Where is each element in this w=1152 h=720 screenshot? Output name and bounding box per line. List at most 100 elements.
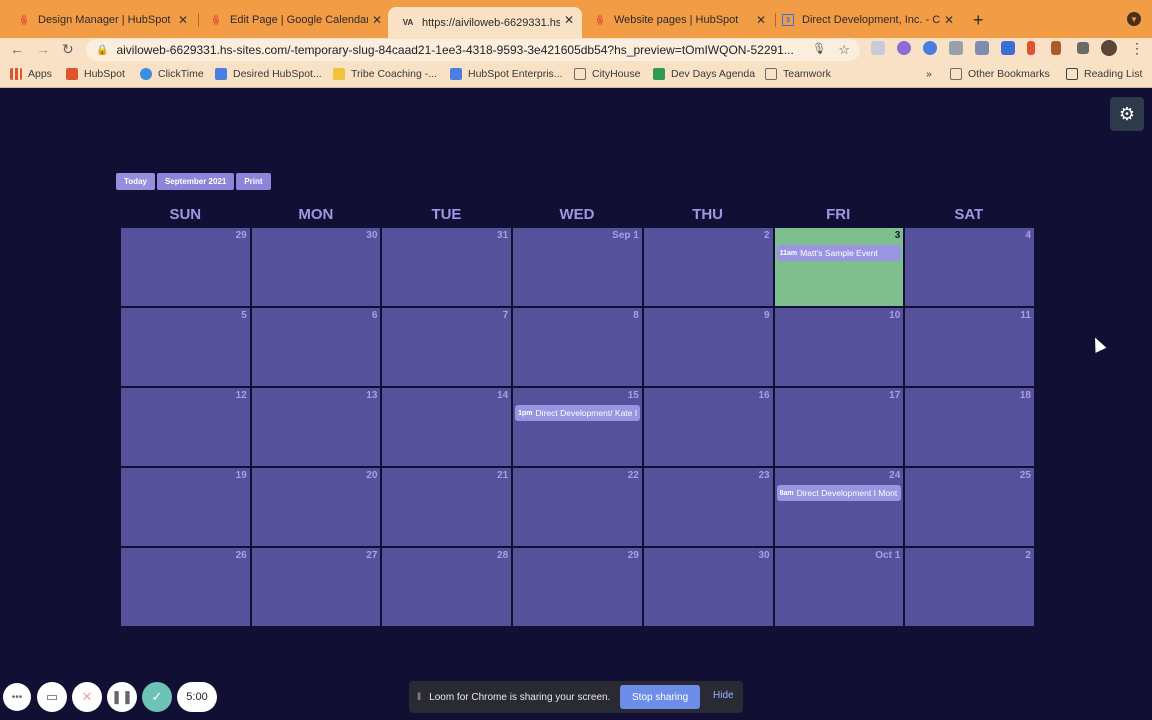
calendar-day-cell[interactable]: 29 bbox=[513, 548, 642, 626]
calendar-day-cell[interactable]: 17 bbox=[774, 388, 904, 466]
close-icon[interactable]: ✕ bbox=[756, 13, 766, 27]
calendar-day-cell[interactable]: 13 bbox=[251, 388, 381, 466]
weekday-label: SAT bbox=[954, 206, 984, 223]
loom-more-button[interactable]: ••• bbox=[3, 683, 31, 711]
address-bar[interactable]: 🔒 aiviloweb-6629331.hs-sites.com/-tempor… bbox=[86, 39, 860, 61]
day-number: 22 bbox=[627, 470, 639, 481]
hide-button[interactable]: Hide bbox=[713, 690, 734, 701]
bookmark-tribe-coaching[interactable]: Tribe Coaching -... bbox=[333, 68, 437, 80]
calendar-day-cell[interactable]: 3 11am Matt's Sample Event bbox=[774, 228, 904, 306]
close-icon[interactable]: ✕ bbox=[564, 13, 574, 27]
extension-icon[interactable] bbox=[897, 41, 911, 55]
calendar-day-cell[interactable]: 28 bbox=[382, 548, 512, 626]
bookmark-hubspot-enterprise[interactable]: HubSpot Enterpris... bbox=[450, 68, 563, 80]
tab-website-pages[interactable]: ꆜ Website pages | HubSpot ✕ bbox=[580, 7, 774, 33]
calendar-day-cell[interactable]: 25 bbox=[905, 468, 1034, 546]
calendar-day-cell[interactable]: 23 bbox=[643, 468, 773, 546]
day-number: 26 bbox=[235, 550, 247, 561]
calendar-day-cell[interactable]: 11 bbox=[905, 308, 1034, 386]
tab-preview-page[interactable]: VA https://aiviloweb-6629331.hs-s ✕ bbox=[388, 7, 582, 38]
new-tab-button[interactable]: + bbox=[973, 10, 984, 31]
reload-icon[interactable]: ↻ bbox=[62, 41, 74, 58]
forward-icon[interactable]: → bbox=[36, 41, 50, 57]
bookmarks-overflow-icon[interactable]: » bbox=[926, 68, 932, 80]
calendar-day-cell[interactable]: 20 bbox=[251, 468, 381, 546]
day-number: 31 bbox=[497, 230, 509, 241]
back-icon[interactable]: ← bbox=[10, 41, 24, 57]
bookmark-desired-hubspot[interactable]: Desired HubSpot... bbox=[215, 68, 322, 80]
hubspot-sprocket-button[interactable]: ⚙ bbox=[1110, 97, 1144, 131]
drag-handle-icon[interactable]: ‖ bbox=[417, 692, 421, 703]
calendar-event[interactable]: 11am Matt's Sample Event bbox=[776, 245, 902, 261]
menu-icon[interactable]: ⋮ bbox=[1130, 40, 1144, 57]
calendar-day-cell[interactable]: 19 bbox=[121, 468, 250, 546]
loom-cancel-button[interactable]: ✕ bbox=[72, 682, 102, 712]
day-number: 19 bbox=[235, 470, 247, 481]
avatar[interactable] bbox=[1101, 40, 1117, 56]
calendar-day-cell[interactable]: 15 1pm Direct Development/ Kate I bbox=[513, 388, 642, 466]
calendar-day-cell[interactable]: 24 8am Direct Development I Mont bbox=[774, 468, 904, 546]
close-icon[interactable]: ✕ bbox=[944, 13, 954, 27]
extension-icon[interactable] bbox=[1051, 41, 1061, 55]
bookmark-dev-days-agenda[interactable]: Dev Days Agenda bbox=[653, 68, 755, 80]
calendar-day-cell[interactable]: 12 bbox=[121, 388, 250, 466]
calendar-day-cell[interactable]: 2 bbox=[643, 228, 773, 306]
calendar-day-cell[interactable]: 8 bbox=[513, 308, 642, 386]
month-selector[interactable]: September 2021 bbox=[156, 173, 235, 190]
calendar-day-cell[interactable]: 21 bbox=[382, 468, 512, 546]
calendar-day-cell[interactable]: 10 bbox=[774, 308, 904, 386]
extension-icon[interactable] bbox=[1001, 41, 1015, 55]
calendar-day-cell[interactable]: Sep 1 bbox=[513, 228, 642, 306]
bookmark-cityhouse[interactable]: CityHouse bbox=[574, 68, 640, 80]
microphone-icon[interactable]: 🎙 bbox=[812, 42, 826, 55]
print-button[interactable]: Print bbox=[236, 173, 271, 190]
extension-icon[interactable] bbox=[923, 41, 937, 55]
calendar-day-cell[interactable]: 6 bbox=[251, 308, 381, 386]
calendar-day-cell[interactable]: 31 bbox=[382, 228, 512, 306]
calendar-day-cell[interactable]: 5 bbox=[121, 308, 250, 386]
tab-direct-development-calendar[interactable]: 3 Direct Development, Inc. - Cal ✕ bbox=[768, 7, 962, 33]
calendar-day-cell[interactable]: 2 bbox=[905, 548, 1034, 626]
extension-icon[interactable] bbox=[975, 41, 989, 55]
calendar-day-cell[interactable]: Oct 1 bbox=[774, 548, 904, 626]
tab-edit-page[interactable]: ꆜ Edit Page | Google Calendar | A ✕ bbox=[196, 7, 390, 33]
calendar-event[interactable]: 1pm Direct Development/ Kate I bbox=[515, 405, 640, 421]
calendar-day-cell[interactable]: 14 bbox=[382, 388, 512, 466]
loom-camera-button[interactable]: ▭ bbox=[37, 682, 67, 712]
calendar-day-cell[interactable]: 27 bbox=[251, 548, 381, 626]
bookmark-clicktime[interactable]: ClickTime bbox=[140, 68, 204, 80]
tab-title: Direct Development, Inc. - Cal bbox=[802, 14, 940, 26]
apps-grid-icon bbox=[10, 68, 22, 80]
bookmark-teamwork[interactable]: Teamwork bbox=[765, 68, 831, 80]
close-icon[interactable]: ✕ bbox=[372, 13, 382, 27]
bookmark-apps[interactable]: Apps bbox=[10, 68, 52, 80]
loom-pause-button[interactable]: ❚❚ bbox=[107, 682, 137, 712]
bookmark-hubspot[interactable]: HubSpot bbox=[66, 68, 125, 80]
calendar-day-cell[interactable]: 7 bbox=[382, 308, 512, 386]
calendar-day-cell[interactable]: 4 bbox=[905, 228, 1034, 306]
weekday-label: SUN bbox=[169, 206, 202, 223]
calendar-day-cell[interactable]: 29 bbox=[121, 228, 250, 306]
loom-finish-button[interactable]: ✓ bbox=[142, 682, 172, 712]
today-button[interactable]: Today bbox=[116, 173, 155, 190]
calendar-day-cell[interactable]: 26 bbox=[121, 548, 250, 626]
close-icon[interactable]: ✕ bbox=[178, 13, 188, 27]
reading-list[interactable]: Reading List bbox=[1066, 68, 1142, 80]
calendar-day-cell[interactable]: 9 bbox=[643, 308, 773, 386]
calendar-day-cell[interactable]: 18 bbox=[905, 388, 1034, 466]
lock-icon[interactable]: 🔒 bbox=[96, 45, 108, 56]
extension-icon[interactable] bbox=[871, 41, 885, 55]
hubspot-extension-icon[interactable] bbox=[1027, 41, 1035, 55]
calendar-event[interactable]: 8am Direct Development I Mont bbox=[776, 485, 902, 501]
stop-sharing-button[interactable]: Stop sharing bbox=[620, 685, 701, 709]
camera-icon[interactable] bbox=[949, 41, 963, 55]
other-bookmarks[interactable]: Other Bookmarks bbox=[950, 68, 1050, 80]
tab-search-icon[interactable]: ▼ bbox=[1127, 12, 1141, 26]
calendar-day-cell[interactable]: 30 bbox=[643, 548, 773, 626]
tab-design-manager[interactable]: ꆜ Design Manager | HubSpot ✕ bbox=[4, 7, 196, 33]
calendar-day-cell[interactable]: 16 bbox=[643, 388, 773, 466]
puzzle-icon[interactable] bbox=[1077, 42, 1089, 54]
calendar-day-cell[interactable]: 22 bbox=[513, 468, 642, 546]
bookmark-star-icon[interactable]: ☆ bbox=[838, 42, 850, 58]
calendar-day-cell[interactable]: 30 bbox=[251, 228, 381, 306]
